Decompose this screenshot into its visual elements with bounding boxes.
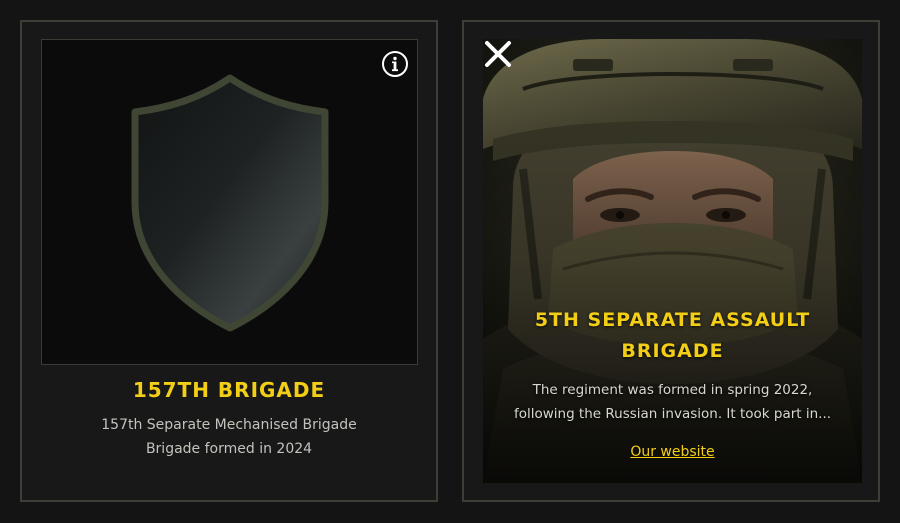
brigade-title: 5TH SEPARATE ASSAULT BRIGADE [534,309,811,362]
brigade-description-line: following the Russian invasion. It took … [513,406,832,422]
brigade-description: The regiment was formed in spring 2022, … [497,378,848,426]
brigade-full-name: 157th Separate Mechanised Brigade [101,417,357,433]
our-website-link[interactable]: Our website [483,444,862,460]
info-icon[interactable] [381,50,409,78]
soldier-photo: 5TH SEPARATE ASSAULT BRIGADE The regimen… [483,39,862,483]
brigade-formed-date: Brigade formed in 2024 [145,441,313,457]
brigade-description-line: The regiment was formed in spring 2022, [532,382,813,398]
brigade-card-5th-assault[interactable]: 5TH SEPARATE ASSAULT BRIGADE The regimen… [462,20,880,502]
close-icon[interactable] [483,39,513,69]
brigade-title: 157TH BRIGADE [132,378,326,402]
shield-emblem-icon [131,74,329,332]
brigade-card-157[interactable]: 157TH BRIGADE 157th Separate Mechanised … [20,20,438,502]
brigade-emblem-frame [41,39,418,365]
